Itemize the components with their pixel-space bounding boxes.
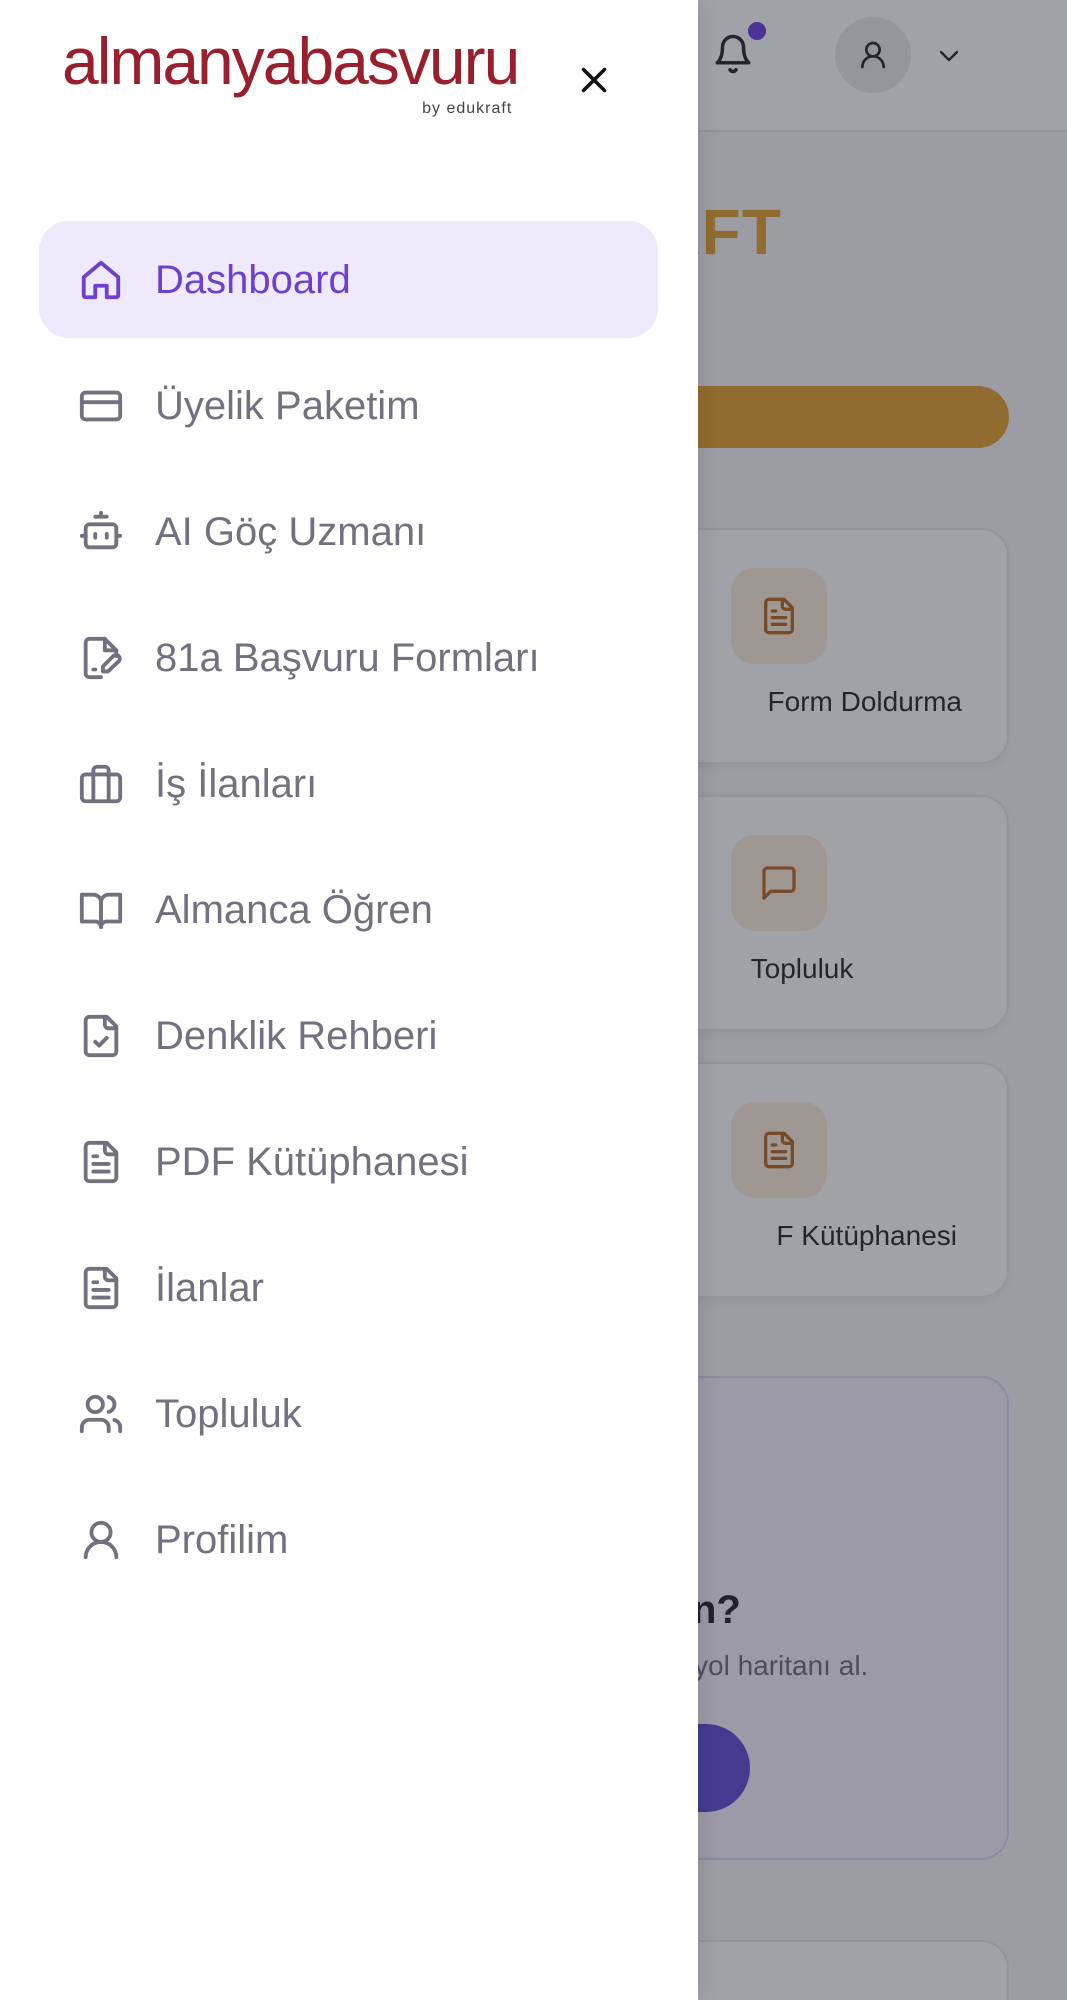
users-icon	[78, 1391, 124, 1437]
sidebar-item-almanca-ogren[interactable]: Almanca Öğren	[39, 851, 658, 968]
sidebar-item-label: İş İlanları	[155, 762, 318, 806]
sidebar-item-dashboard[interactable]: Dashboard	[39, 221, 658, 338]
logo-text: almanyabasvuru	[62, 24, 520, 98]
sidebar-item-label: İlanlar	[155, 1266, 264, 1310]
close-icon[interactable]	[576, 62, 612, 98]
document-icon	[78, 1265, 124, 1311]
sidebar-item-label: Profilim	[155, 1518, 289, 1562]
sidebar-item-label: Üyelik Paketim	[155, 384, 420, 428]
file-edit-icon	[78, 635, 124, 681]
sidebar-item-label: Almanca Öğren	[155, 888, 433, 932]
sidebar-item-pdf-kutuphanesi[interactable]: PDF Kütüphanesi	[39, 1103, 658, 1220]
sidebar-item-uyelik-paketim[interactable]: Üyelik Paketim	[39, 347, 658, 464]
user-icon	[78, 1517, 124, 1563]
sidebar-item-label: Dashboard	[155, 258, 351, 302]
briefcase-icon	[78, 761, 124, 807]
document-icon	[78, 1139, 124, 1185]
sidebar-item-denklik-rehberi[interactable]: Denklik Rehberi	[39, 977, 658, 1094]
sidebar-item-label: Denklik Rehberi	[155, 1014, 438, 1058]
navigation-drawer: almanyabasvuru by edukraft Dashboard Üye…	[0, 0, 698, 2000]
sidebar-item-81a-basvuru-formlari[interactable]: 81a Başvuru Formları	[39, 599, 658, 716]
sidebar-item-ai-goc-uzmani[interactable]: AI Göç Uzmanı	[39, 473, 658, 590]
sidebar-item-topluluk[interactable]: Topluluk	[39, 1355, 658, 1472]
sidebar-nav: Dashboard Üyelik Paketim AI Göç Uzmanı 8…	[39, 221, 658, 1607]
sidebar-item-label: 81a Başvuru Formları	[155, 636, 540, 680]
home-icon	[78, 257, 124, 303]
book-open-icon	[78, 887, 124, 933]
file-check-icon	[78, 1013, 124, 1059]
sidebar-item-ilanlar[interactable]: İlanlar	[39, 1229, 658, 1346]
logo: almanyabasvuru by edukraft	[62, 24, 520, 118]
sidebar-item-profilim[interactable]: Profilim	[39, 1481, 658, 1598]
credit-card-icon	[78, 383, 124, 429]
sidebar-item-label: Topluluk	[155, 1392, 302, 1436]
robot-icon	[78, 509, 124, 555]
sidebar-item-label: PDF Kütüphanesi	[155, 1140, 469, 1184]
logo-subtext: by edukraft	[422, 100, 513, 117]
sidebar-item-label: AI Göç Uzmanı	[155, 510, 427, 554]
sidebar-item-is-ilanlari[interactable]: İş İlanları	[39, 725, 658, 842]
